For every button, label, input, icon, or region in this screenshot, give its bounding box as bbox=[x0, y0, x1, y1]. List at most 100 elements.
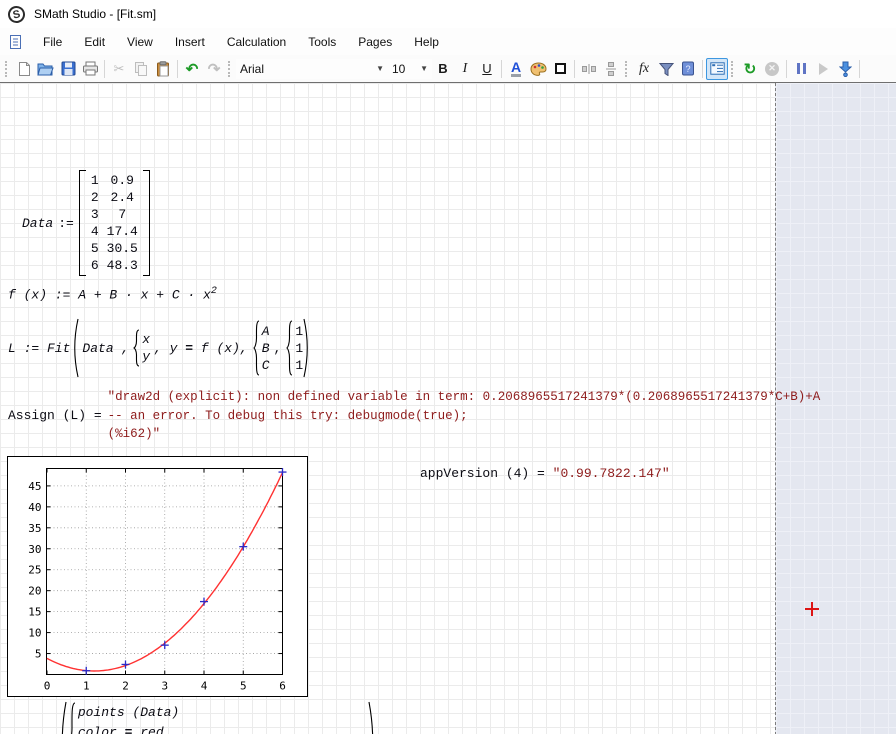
close-paren bbox=[368, 700, 378, 734]
vector-element: C bbox=[260, 357, 270, 374]
matrix-cell: 4 bbox=[87, 223, 103, 240]
svg-text:25: 25 bbox=[28, 564, 41, 577]
step-button[interactable] bbox=[812, 58, 834, 80]
menu-item-calculation[interactable]: Calculation bbox=[216, 31, 297, 53]
pause-button[interactable] bbox=[790, 58, 812, 80]
filter-button[interactable] bbox=[655, 58, 677, 80]
function-icon: fx bbox=[639, 61, 649, 77]
svg-text:2: 2 bbox=[122, 680, 129, 693]
undo-button[interactable]: ↶ bbox=[181, 58, 203, 80]
draw2d-expression[interactable]: Draw2D points (Data)color = redexplicit … bbox=[8, 699, 378, 734]
font-family-select[interactable]: Arial ▼ bbox=[236, 59, 388, 79]
border-button[interactable] bbox=[549, 58, 571, 80]
svg-text:5: 5 bbox=[35, 648, 42, 661]
undo-icon: ↶ bbox=[186, 60, 199, 78]
font-color-button[interactable]: A bbox=[505, 58, 527, 80]
horizontal-spacing-button[interactable] bbox=[578, 58, 600, 80]
vector-element: x bbox=[140, 331, 150, 348]
border-icon bbox=[555, 63, 566, 74]
svg-text:?: ? bbox=[685, 64, 690, 74]
insertion-crosshair-cursor[interactable] bbox=[805, 602, 819, 616]
sidebar-toggle-button[interactable] bbox=[706, 58, 728, 80]
matrix-row: 530.5 bbox=[87, 240, 142, 257]
menu-item-view[interactable]: View bbox=[116, 31, 164, 53]
brace bbox=[67, 702, 76, 734]
matrix-cell: 6 bbox=[87, 257, 103, 274]
matrix-cell: 2.4 bbox=[103, 189, 142, 206]
open-file-button[interactable] bbox=[35, 58, 57, 80]
reference-book-button[interactable]: ? bbox=[677, 58, 699, 80]
underline-label: U bbox=[482, 61, 491, 76]
font-size-select[interactable]: 10 ▼ bbox=[388, 59, 432, 79]
cut-button[interactable]: ✂ bbox=[108, 58, 130, 80]
appversion-expression[interactable]: appVersion (4) = "0.99.7822.147" bbox=[420, 466, 670, 481]
document-icon[interactable] bbox=[8, 34, 24, 50]
worksheet-canvas[interactable]: Data := 10.922.437417.4530.5648.3 f (x) … bbox=[0, 82, 896, 734]
abort-button[interactable]: ✕ bbox=[761, 58, 783, 80]
vector-element: 1 bbox=[293, 340, 303, 357]
matrix-cell: 1 bbox=[87, 172, 103, 189]
matrix-cell: 0.9 bbox=[103, 172, 142, 189]
error-message: "draw2d (explicit): non defined variable… bbox=[108, 388, 821, 444]
underline-button[interactable]: U bbox=[476, 58, 498, 80]
new-file-icon bbox=[17, 61, 32, 77]
menu-item-help[interactable]: Help bbox=[403, 31, 450, 53]
bold-button[interactable]: B bbox=[432, 58, 454, 80]
brace bbox=[132, 329, 140, 367]
assign-error-region[interactable]: Assign (L) = "draw2d (explicit): non def… bbox=[8, 388, 820, 444]
snap-to-point-button[interactable] bbox=[834, 58, 856, 80]
toolbar-grip[interactable] bbox=[625, 61, 630, 77]
open-folder-icon bbox=[37, 61, 55, 76]
print-button[interactable] bbox=[79, 58, 101, 80]
background-color-button[interactable] bbox=[527, 58, 549, 80]
menu-item-insert[interactable]: Insert bbox=[164, 31, 216, 53]
svg-text:45: 45 bbox=[28, 480, 41, 493]
toolbar-grip[interactable] bbox=[228, 61, 233, 77]
copy-button[interactable] bbox=[130, 58, 152, 80]
svg-text:1: 1 bbox=[83, 680, 90, 693]
menu-item-edit[interactable]: Edit bbox=[73, 31, 116, 53]
menu-item-pages[interactable]: Pages bbox=[347, 31, 403, 53]
tool-bar: ✂ ↶ ↷ Arial ▼ 10 ▼ B I U bbox=[0, 55, 896, 82]
data-matrix-definition[interactable]: Data := 10.922.437417.4530.5648.3 bbox=[22, 170, 150, 276]
insert-function-button[interactable]: fx bbox=[633, 58, 655, 80]
recalculate-button[interactable]: ↻ bbox=[739, 58, 761, 80]
toolbar-separator bbox=[702, 60, 703, 78]
appversion-value: "0.99.7822.147" bbox=[553, 466, 670, 481]
toolbar-grip[interactable] bbox=[731, 61, 736, 77]
window-title: SMath Studio - [Fit.sm] bbox=[34, 7, 156, 21]
paste-button[interactable] bbox=[152, 58, 174, 80]
save-button[interactable] bbox=[57, 58, 79, 80]
svg-text:6: 6 bbox=[279, 680, 286, 693]
copy-icon bbox=[134, 61, 148, 76]
chevron-down-icon: ▼ bbox=[420, 64, 428, 73]
toolbar-separator bbox=[574, 60, 575, 78]
menu-item-file[interactable]: File bbox=[32, 31, 73, 53]
fit-definition[interactable]: L := Fit Data , xy , y = f (x), ABC , 11… bbox=[8, 316, 312, 380]
assign-lhs: Assign (L) = bbox=[8, 408, 102, 423]
svg-text:30: 30 bbox=[28, 543, 41, 556]
printer-icon bbox=[82, 61, 99, 76]
italic-label: I bbox=[463, 61, 468, 77]
system-abc: ABC bbox=[252, 320, 270, 376]
toolbar-separator bbox=[177, 60, 178, 78]
draw2d-item: points (Data) bbox=[76, 704, 273, 721]
chevron-down-icon: ▼ bbox=[376, 64, 384, 73]
menu-item-tools[interactable]: Tools bbox=[297, 31, 347, 53]
toolbar-separator bbox=[104, 60, 105, 78]
function-definition[interactable]: f (x) := A + B · x + C · x2 bbox=[8, 286, 217, 302]
matrix-row: 22.4 bbox=[87, 189, 142, 206]
redo-button[interactable]: ↷ bbox=[203, 58, 225, 80]
palette-icon bbox=[530, 62, 547, 76]
exponent: 2 bbox=[211, 286, 217, 297]
open-paren bbox=[70, 317, 79, 379]
matrix-row: 37 bbox=[87, 206, 142, 223]
system-guess: 111 bbox=[285, 320, 303, 376]
italic-button[interactable]: I bbox=[454, 58, 476, 80]
plot-region[interactable]: 012345651015202530354045 bbox=[7, 456, 308, 697]
new-file-button[interactable] bbox=[13, 58, 35, 80]
matrix-row: 648.3 bbox=[87, 257, 142, 274]
vertical-spacing-button[interactable] bbox=[600, 58, 622, 80]
toolbar-grip[interactable] bbox=[5, 61, 10, 77]
svg-text:40: 40 bbox=[28, 501, 41, 514]
